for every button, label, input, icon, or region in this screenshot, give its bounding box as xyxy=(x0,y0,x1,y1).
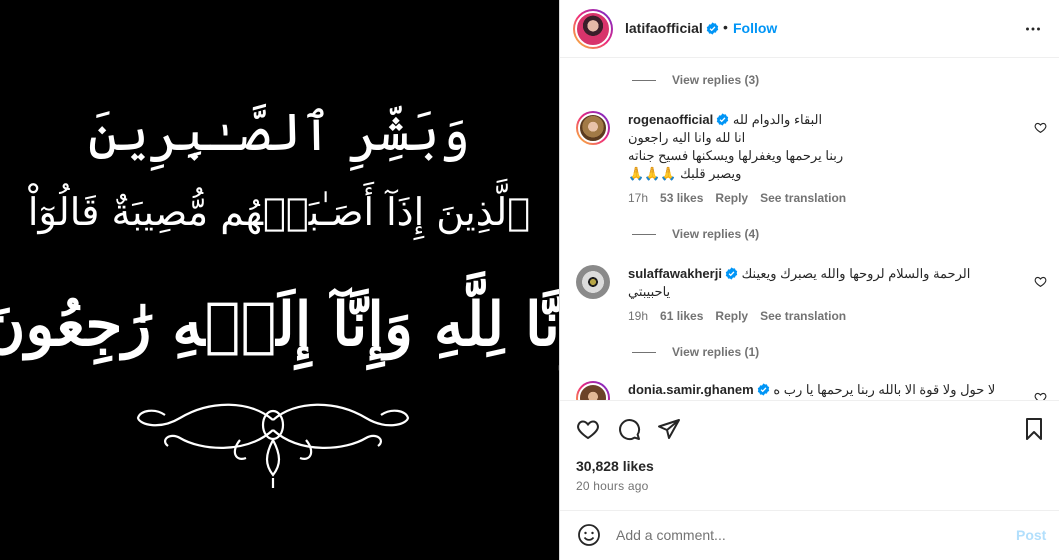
view-replies-label: View replies (3) xyxy=(672,73,760,87)
comment-avatar[interactable] xyxy=(576,381,610,400)
comment-body: rogenaofficial البقاء والدوام لله انا لل… xyxy=(628,111,1018,207)
comment-item: donia.samir.ghanem لا حول ولا قوة الا با… xyxy=(576,381,1047,400)
verified-badge-icon xyxy=(757,383,769,396)
add-comment-bar: Post xyxy=(560,510,1059,560)
comment-text-line: ياحبيبتي xyxy=(628,284,671,299)
calligraphy-line-1: وَبَشِّرِ ٱلصَّـٰبِرِينَ xyxy=(88,103,470,171)
comment-username-text: sulaffawakherji xyxy=(628,266,722,281)
comment-text-line: انا لله وانا اليه راجعون xyxy=(628,130,746,145)
comment-avatar[interactable] xyxy=(576,111,610,145)
comment-text-line: ربنا يرحمها ويغفرلها ويسكنها فسيح جناته xyxy=(628,148,844,163)
view-replies-link[interactable]: View replies (4) xyxy=(632,227,759,241)
post-comment-button[interactable]: Post xyxy=(1016,527,1046,543)
comment-username[interactable]: sulaffawakherji xyxy=(628,266,738,281)
comment-item: rogenaofficial البقاء والدوام لله انا لل… xyxy=(576,111,1047,221)
reply-button[interactable]: Reply xyxy=(715,307,748,325)
comment-text-line: الرحمة والسلام لروحها والله يصبرك ويعينك xyxy=(741,266,971,281)
comment-time: 17h xyxy=(628,191,649,205)
see-translation-link[interactable]: See translation xyxy=(760,189,846,207)
post-image: وَبَشِّرِ ٱلصَّـٰبِرِينَ ٱلَّذِينَ إِذَآ… xyxy=(0,0,559,560)
author-avatar[interactable] xyxy=(573,9,613,49)
comment-avatar[interactable] xyxy=(576,265,610,299)
replies-divider xyxy=(632,351,656,353)
comment-username-text: rogenaofficial xyxy=(628,112,714,127)
see-translation-link[interactable]: See translation xyxy=(760,307,846,325)
calligraphy-line-3: إِنَّا لِلَّهِ وَإِنَّآ إِلَيۡهِ رَٰجِعُ… xyxy=(0,270,559,371)
comment-item: sulaffawakherji الرحمة والسلام لروحها وا… xyxy=(576,265,1047,335)
post-header: latifaofficial • Follow xyxy=(560,0,1059,58)
comment-text-line: ويصبر قلبك 🙏🙏🙏 xyxy=(628,166,742,181)
verified-badge-icon xyxy=(717,113,729,126)
replies-divider xyxy=(632,79,656,81)
comment-like-heart-icon[interactable] xyxy=(1034,391,1047,400)
ornament-flourish xyxy=(136,403,410,488)
comment-username[interactable]: rogenaofficial xyxy=(628,112,729,127)
reply-button[interactable]: Reply xyxy=(715,189,748,207)
comment-time: 19h xyxy=(628,309,649,323)
comment-icon[interactable] xyxy=(617,417,641,441)
calligraphy-line-2: ٱلَّذِينَ إِذَآ أَصَـٰبَتۡهُم مُّصِيبَةٌ… xyxy=(28,179,530,242)
comment-meta: 19h 61 likes Reply See translation xyxy=(628,307,1018,325)
emoji-icon[interactable] xyxy=(577,523,601,547)
post-timestamp[interactable]: 20 hours ago xyxy=(576,479,648,493)
verified-badge-icon xyxy=(725,267,738,280)
post-detail-panel: latifaofficial • Follow View replies (3)… xyxy=(559,0,1059,560)
follow-button[interactable]: Follow xyxy=(733,20,777,36)
comment-text-line: البقاء والدوام لله xyxy=(732,112,823,127)
verified-badge-icon xyxy=(706,22,718,35)
replies-divider xyxy=(632,233,656,235)
comment-body: donia.samir.ghanem لا حول ولا قوة الا با… xyxy=(628,381,1018,399)
comment-username-text: donia.samir.ghanem xyxy=(628,382,754,397)
comment-input[interactable] xyxy=(616,523,996,547)
comment-body: sulaffawakherji الرحمة والسلام لروحها وا… xyxy=(628,265,1018,325)
author-username[interactable]: latifaofficial xyxy=(625,20,719,36)
view-replies-label: View replies (1) xyxy=(672,345,760,359)
likes-count[interactable]: 30,828 likes xyxy=(576,458,654,474)
post-actions: 30,828 likes 20 hours ago xyxy=(560,400,1059,510)
view-replies-link[interactable]: View replies (1) xyxy=(632,345,759,359)
calligraphy-artwork: وَبَشِّرِ ٱلصَّـٰبِرِينَ ٱلَّذِينَ إِذَآ… xyxy=(0,103,559,488)
comment-likes[interactable]: 53 likes xyxy=(660,189,703,207)
author-username-text: latifaofficial xyxy=(625,20,703,36)
view-replies-link[interactable]: View replies (3) xyxy=(632,73,759,87)
view-replies-label: View replies (4) xyxy=(672,227,760,241)
comments-list[interactable]: View replies (3) rogenaofficial البقاء و… xyxy=(560,59,1059,400)
more-options-icon[interactable] xyxy=(1022,18,1044,40)
comment-username[interactable]: donia.samir.ghanem xyxy=(628,382,770,397)
comment-likes[interactable]: 61 likes xyxy=(660,307,703,325)
comment-meta: 17h 53 likes Reply See translation xyxy=(628,189,1018,207)
like-heart-icon[interactable] xyxy=(576,417,600,441)
header-separator: • xyxy=(723,19,728,35)
comment-like-heart-icon[interactable] xyxy=(1034,121,1047,134)
comment-like-heart-icon[interactable] xyxy=(1034,275,1047,288)
share-icon[interactable] xyxy=(657,417,681,441)
comment-text-line: لا حول ولا قوة الا بالله ربنا يرحمها يا … xyxy=(773,382,996,397)
bookmark-icon[interactable] xyxy=(1022,417,1046,441)
